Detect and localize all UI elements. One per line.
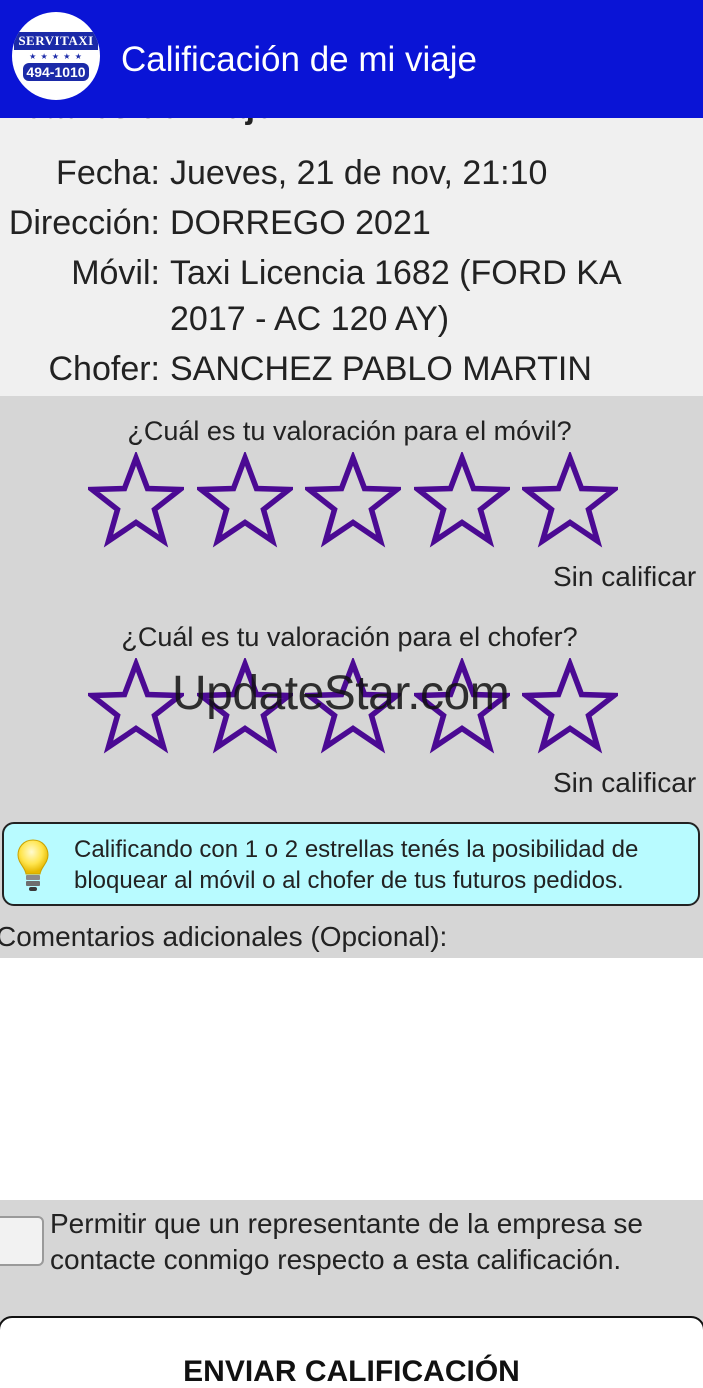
star-icon[interactable]: [522, 452, 618, 548]
detail-value: Jueves, 21 de nov, 21:10: [170, 154, 548, 192]
driver-rating-status: Sin calificar: [553, 767, 697, 798]
submit-rating-button[interactable]: ENVIAR CALIFICACIÓN: [0, 1316, 703, 1388]
watermark: UpdateStar.com: [172, 667, 510, 720]
star-icon[interactable]: [88, 658, 184, 754]
detail-label: Fecha:: [56, 154, 160, 192]
vehicle-rating-status: Sin calificar: [553, 561, 697, 592]
star-icon[interactable]: [522, 658, 618, 754]
app-bar: SERVITAXI ★ ★ ★ ★ ★ 494-1010 Calificació…: [0, 0, 703, 118]
logo-brand-text: SERVITAXI: [14, 31, 98, 50]
logo-phone-number: 494-1010: [23, 62, 89, 81]
comments-input[interactable]: [0, 958, 703, 1200]
detail-value: Taxi Licencia 1682 (FORD KA 2017 - AC 12…: [170, 254, 620, 338]
rating-screen: SERVITAXI ★ ★ ★ ★ ★ 494-1010 Calificació…: [0, 0, 703, 1388]
vehicle-star-rating: [88, 452, 618, 548]
trip-details: Detalles del viaje: Fecha: Jueves, 21 de…: [0, 118, 703, 396]
star-icon[interactable]: [88, 452, 184, 548]
detail-value: DORREGO 2021: [170, 204, 431, 242]
trip-details-heading: Detalles del viaje:: [0, 118, 285, 127]
star-icon[interactable]: [305, 452, 401, 548]
comments-label: Comentarios adicionales (Opcional):: [0, 921, 448, 952]
contact-consent: Permitir que un representante de la empr…: [0, 1200, 703, 1316]
tip-text: Calificando con 1 o 2 estrellas tenés la…: [74, 836, 639, 894]
logo-stars-icon: ★ ★ ★ ★ ★: [29, 51, 83, 61]
star-icon[interactable]: [196, 452, 293, 548]
info-tip: Calificando con 1 o 2 estrellas tenés la…: [2, 822, 700, 906]
rating-section: ¿Cuál es tu valoración para el móvil? Si…: [0, 396, 703, 958]
contact-consent-label: Permitir que un representante de la empr…: [50, 1208, 643, 1275]
detail-label: Móvil:: [71, 254, 160, 292]
lightbulb-icon: [17, 839, 49, 891]
vehicle-rating-question: ¿Cuál es tu valoración para el móvil?: [127, 416, 572, 446]
detail-label: Chofer:: [48, 350, 161, 388]
detail-label: Dirección:: [8, 204, 160, 242]
star-icon[interactable]: [413, 452, 510, 548]
detail-value: SANCHEZ PABLO MARTIN: [170, 350, 592, 388]
contact-consent-checkbox[interactable]: [0, 1216, 44, 1266]
driver-rating-question: ¿Cuál es tu valoración para el chofer?: [121, 622, 578, 652]
servitaxi-logo: SERVITAXI ★ ★ ★ ★ ★ 494-1010: [12, 12, 100, 100]
page-title: Calificación de mi viaje: [121, 40, 477, 79]
